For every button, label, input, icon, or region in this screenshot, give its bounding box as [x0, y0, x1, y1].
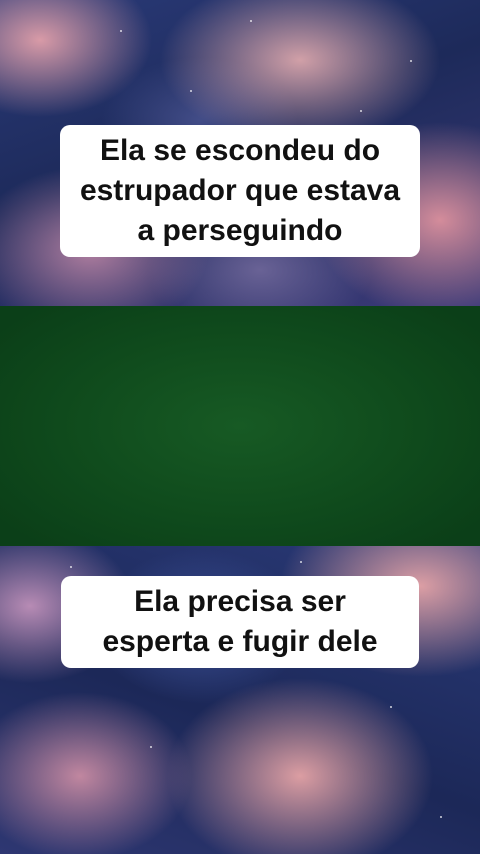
- star: [70, 566, 72, 568]
- star: [360, 110, 362, 112]
- caption-bottom: Ela precisa ser esperta e fugir dele: [61, 576, 419, 668]
- star: [150, 746, 152, 748]
- green-screen-panel: [0, 306, 480, 546]
- star: [120, 30, 122, 32]
- star: [390, 706, 392, 708]
- star: [190, 90, 192, 92]
- star: [300, 561, 302, 563]
- star: [410, 60, 412, 62]
- star: [250, 20, 252, 22]
- caption-top: Ela se escondeu do estrupador que estava…: [60, 125, 420, 257]
- star: [440, 816, 442, 818]
